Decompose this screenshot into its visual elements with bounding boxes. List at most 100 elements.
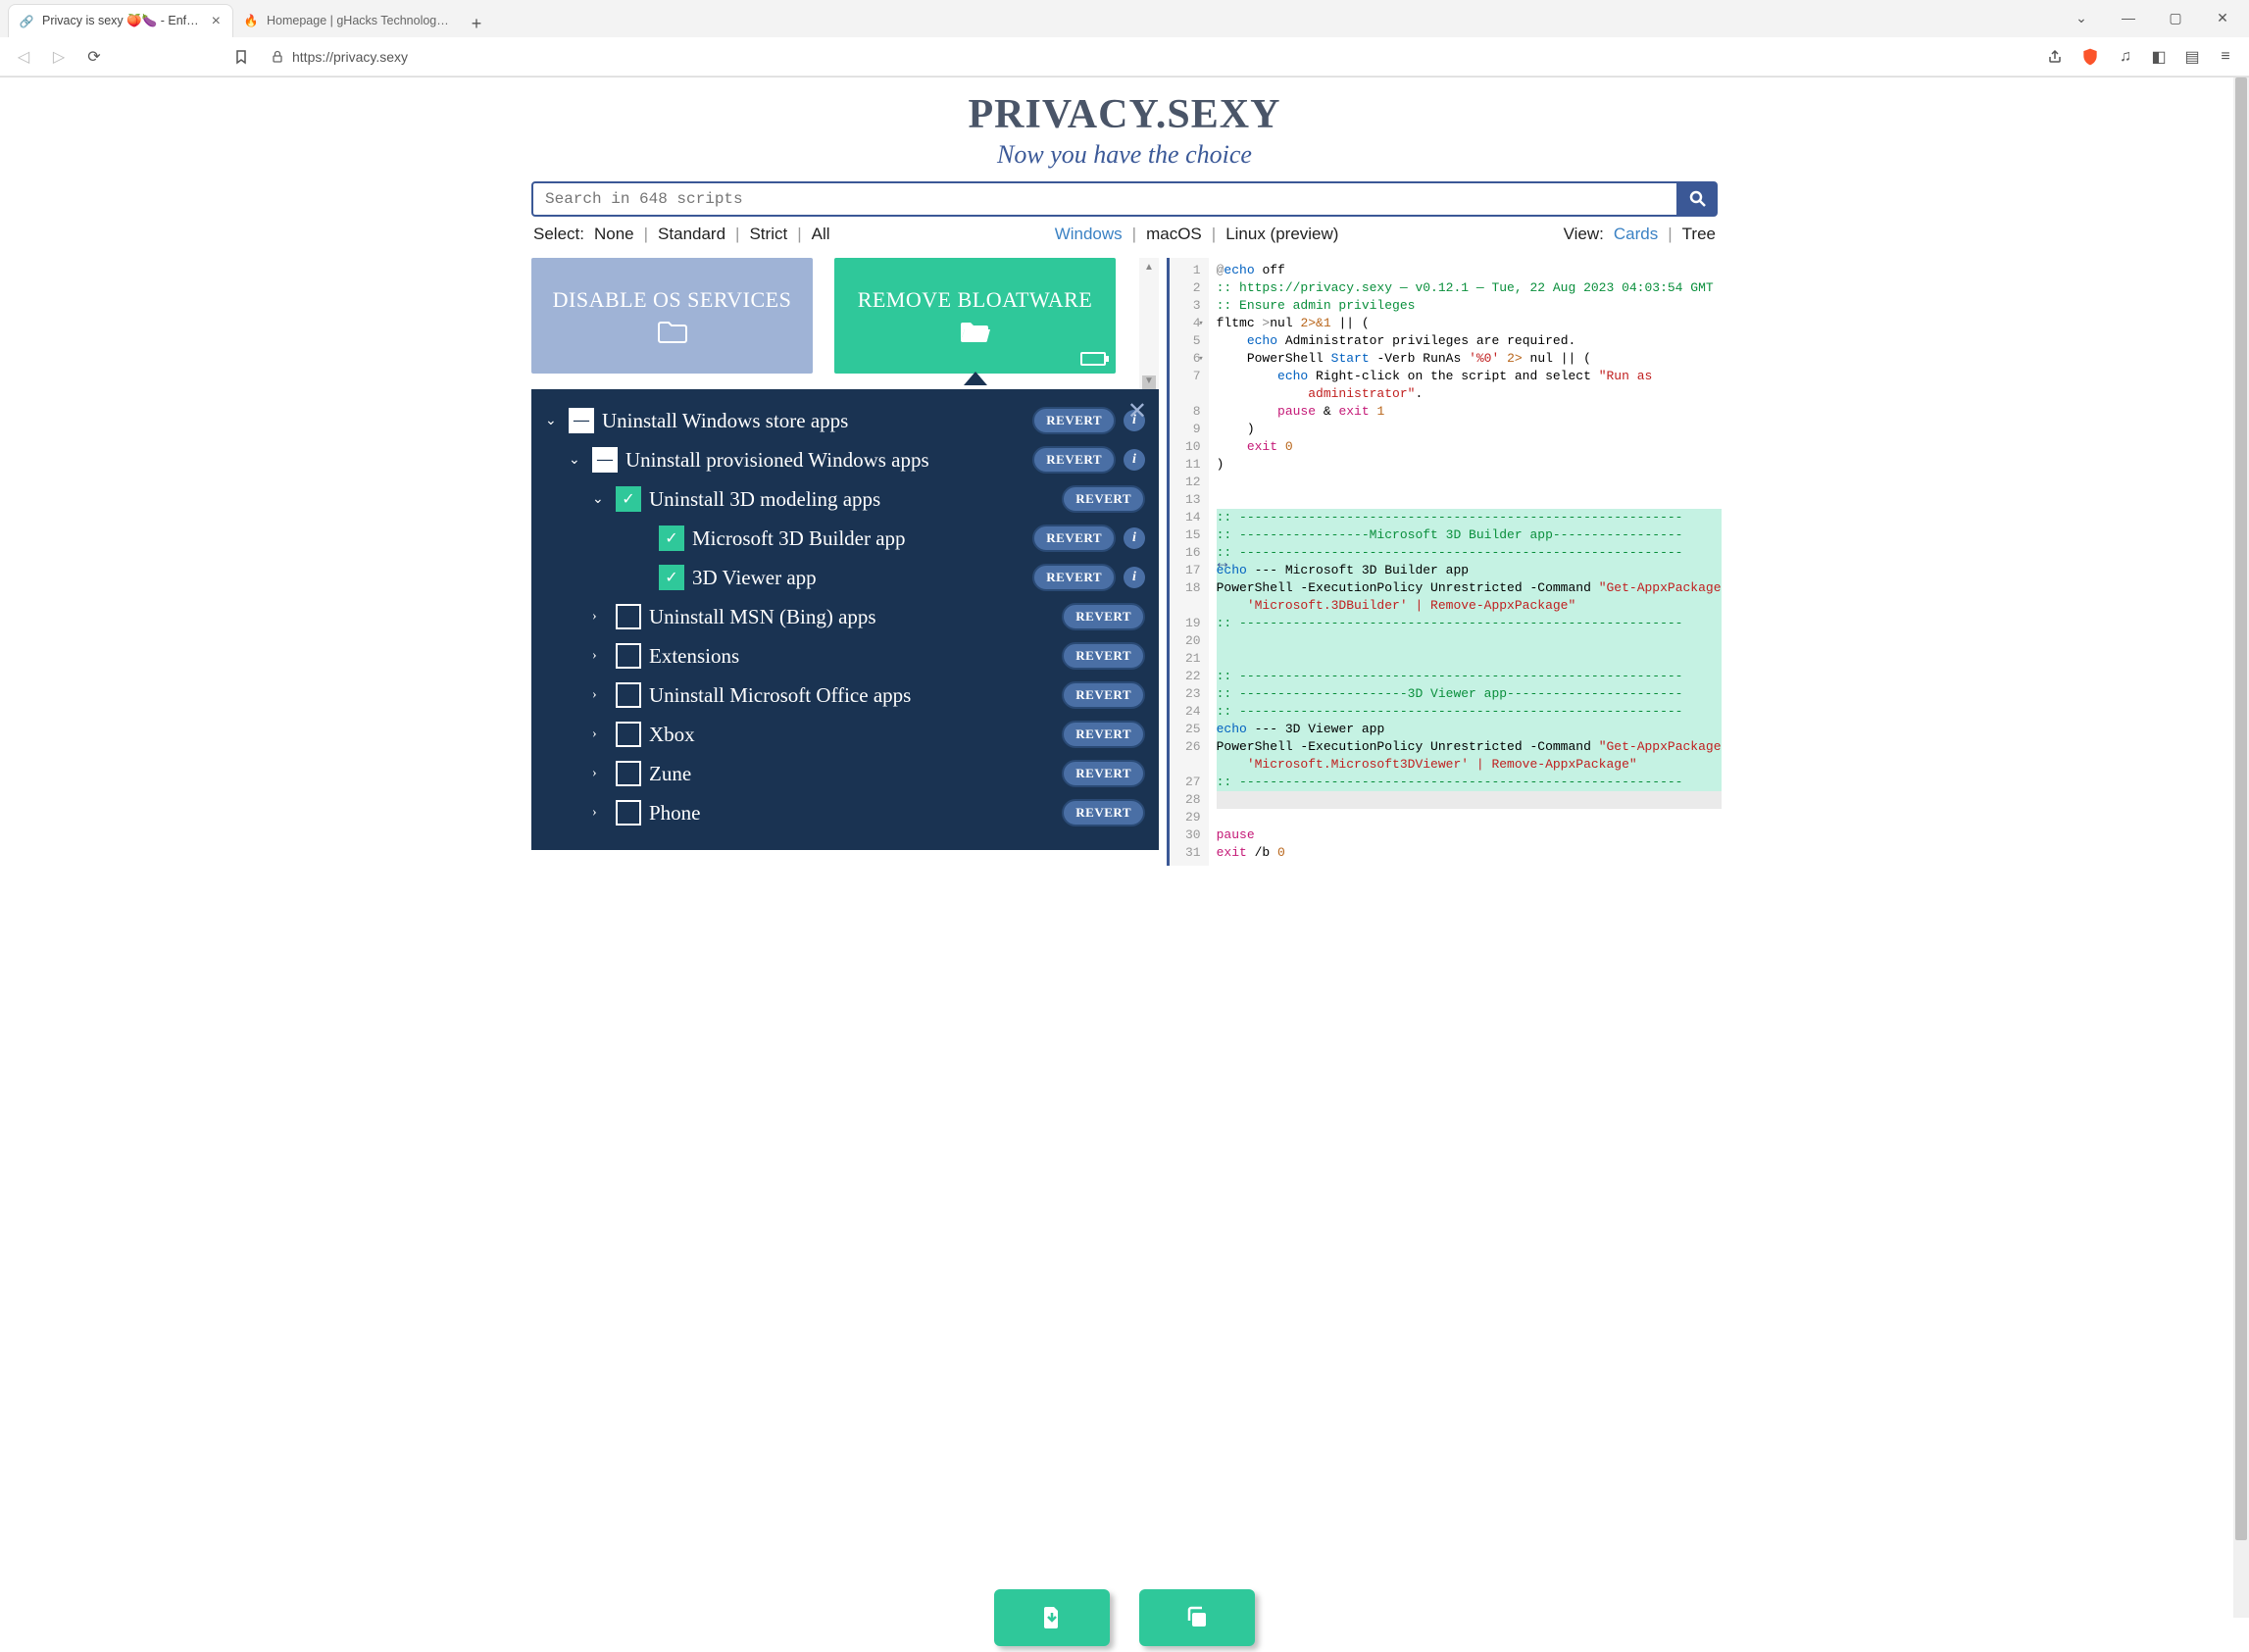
select-none[interactable]: None <box>594 225 634 244</box>
tab-title: Homepage | gHacks Technology News <box>267 14 449 27</box>
tree-close-icon[interactable]: ✕ <box>1127 397 1147 426</box>
card-disable-os-services[interactable]: DISABLE OS SERVICES <box>531 258 813 374</box>
sidebar-button[interactable]: ◧ <box>2143 41 2174 73</box>
tree-checkbox[interactable] <box>616 761 641 786</box>
info-icon[interactable]: i <box>1124 567 1145 588</box>
reader-button[interactable]: ▤ <box>2176 41 2208 73</box>
revert-button[interactable]: REVERT <box>1062 760 1145 787</box>
tree-label[interactable]: Xbox <box>649 723 1054 747</box>
tree-checkbox[interactable]: — <box>569 408 594 433</box>
tree-checkbox[interactable] <box>616 682 641 708</box>
info-icon[interactable]: i <box>1124 527 1145 549</box>
split-handle-icon[interactable]: ↔ <box>1214 552 1233 572</box>
page-scrollbar[interactable] <box>2233 77 2249 1618</box>
tab-favicon-icon: 🔗 <box>19 14 34 29</box>
tree-checkbox[interactable] <box>616 604 641 629</box>
revert-button[interactable]: REVERT <box>1032 446 1116 474</box>
select-strict[interactable]: Strict <box>749 225 787 244</box>
cards-scrollbar[interactable]: ▲ ▼ <box>1139 258 1159 389</box>
chevron-right-icon[interactable]: › <box>592 805 608 821</box>
back-button[interactable]: ◁ <box>8 41 39 73</box>
browser-tab-inactive[interactable]: 🔥 Homepage | gHacks Technology News <box>233 4 459 37</box>
tab-close-icon[interactable]: × <box>210 13 223 30</box>
chevron-down-icon[interactable]: ⌄ <box>569 452 584 469</box>
download-button[interactable] <box>994 1589 1110 1646</box>
tree-label[interactable]: 3D Viewer app <box>692 566 1025 590</box>
chevron-right-icon[interactable]: › <box>592 687 608 703</box>
os-macos[interactable]: macOS <box>1146 225 1202 244</box>
os-filter-group: Windows | macOS | Linux (preview) <box>1055 225 1339 244</box>
tree-label[interactable]: Uninstall provisioned Windows apps <box>625 448 1025 473</box>
tree-label[interactable]: Microsoft 3D Builder app <box>692 526 1025 551</box>
search-input[interactable] <box>531 181 1678 217</box>
tree-node: › Uninstall Microsoft Office apps REVERT <box>541 676 1149 715</box>
reload-button[interactable]: ⟳ <box>78 41 110 73</box>
scroll-up-icon[interactable]: ▲ <box>1139 258 1159 275</box>
select-standard[interactable]: Standard <box>658 225 725 244</box>
tree-panel: ✕ ⌄—Uninstall Windows store appsREVERTi⌄… <box>531 389 1159 850</box>
bookmark-button[interactable] <box>225 41 257 73</box>
tree-label[interactable]: Zune <box>649 762 1054 786</box>
forward-button[interactable]: ▷ <box>43 41 75 73</box>
left-pane: DISABLE OS SERVICES REMOVE BLOATWARE <box>531 258 1159 866</box>
revert-button[interactable]: REVERT <box>1062 642 1145 670</box>
tree-node: › Zune REVERT <box>541 754 1149 793</box>
chevron-right-icon[interactable]: › <box>592 648 608 664</box>
select-all[interactable]: All <box>812 225 830 244</box>
view-filter-group: View: Cards | Tree <box>1564 225 1716 244</box>
code-panel[interactable]: 1234567891011121314151617181920212223242… <box>1167 258 1729 866</box>
chevron-down-icon[interactable]: ⌄ <box>592 491 608 508</box>
brave-shield-icon[interactable] <box>2074 41 2106 73</box>
page-content: PRIVACY.SEXY Now you have the choice Sel… <box>531 77 1718 866</box>
scroll-down-icon[interactable]: ▼ <box>1139 372 1159 389</box>
revert-button[interactable]: REVERT <box>1062 799 1145 826</box>
tree-checkbox[interactable]: ✓ <box>659 526 684 551</box>
code-lines[interactable]: @echo off:: https://privacy.sexy — v0.12… <box>1209 258 1729 866</box>
url-bar[interactable]: https://privacy.sexy <box>261 41 2035 73</box>
tree-checkbox[interactable] <box>616 800 641 826</box>
url-text: https://privacy.sexy <box>292 49 408 65</box>
os-windows[interactable]: Windows <box>1055 225 1123 244</box>
tree-node: › Xbox REVERT <box>541 715 1149 754</box>
new-tab-button[interactable]: + <box>463 10 490 37</box>
tab-title: Privacy is sexy 🍑🍆 - Enforce pri <box>42 14 202 28</box>
info-icon[interactable]: i <box>1124 449 1145 471</box>
site-header: PRIVACY.SEXY Now you have the choice <box>531 91 1718 170</box>
card-remove-bloatware[interactable]: REMOVE BLOATWARE <box>834 258 1116 374</box>
tree-label[interactable]: Uninstall 3D modeling apps <box>649 487 1054 512</box>
tree-checkbox[interactable]: ✓ <box>659 565 684 590</box>
chevron-down-icon[interactable]: ⌄ <box>545 413 561 429</box>
os-linux[interactable]: Linux (preview) <box>1225 225 1338 244</box>
tree-checkbox[interactable]: ✓ <box>616 486 641 512</box>
tree-node: ⌄ — Uninstall provisioned Windows apps REVE… <box>541 440 1149 479</box>
chevron-right-icon[interactable]: › <box>592 609 608 625</box>
tree-label[interactable]: Extensions <box>649 644 1054 669</box>
view-cards[interactable]: Cards <box>1614 225 1658 244</box>
tree-checkbox[interactable]: — <box>592 447 618 473</box>
revert-button[interactable]: REVERT <box>1062 603 1145 630</box>
browser-chrome: ⌄ — ▢ ✕ 🔗 Privacy is sexy 🍑🍆 - Enforce p… <box>0 0 2249 77</box>
revert-button[interactable]: REVERT <box>1032 525 1116 552</box>
tree-checkbox[interactable] <box>616 722 641 747</box>
share-button[interactable] <box>2039 41 2071 73</box>
tree-label[interactable]: Uninstall Microsoft Office apps <box>649 683 1054 708</box>
revert-button[interactable]: REVERT <box>1032 564 1116 591</box>
tree-label[interactable]: Uninstall MSN (Bing) apps <box>649 605 1054 629</box>
copy-button[interactable] <box>1139 1589 1255 1646</box>
revert-button[interactable]: REVERT <box>1032 407 1116 434</box>
select-label: Select: <box>533 225 584 244</box>
media-button[interactable]: ♫ <box>2110 41 2141 73</box>
menu-button[interactable]: ≡ <box>2210 41 2241 73</box>
tree-label[interactable]: Uninstall Windows store apps <box>602 409 1025 433</box>
main-split: ↔ DISABLE OS SERVICES REMOVE BLOATWARE <box>531 258 1718 866</box>
chevron-right-icon[interactable]: › <box>592 726 608 742</box>
view-tree[interactable]: Tree <box>1682 225 1716 244</box>
revert-button[interactable]: REVERT <box>1062 485 1145 513</box>
search-button[interactable] <box>1678 181 1718 217</box>
revert-button[interactable]: REVERT <box>1062 681 1145 709</box>
chevron-right-icon[interactable]: › <box>592 766 608 781</box>
tree-label[interactable]: Phone <box>649 801 1054 826</box>
revert-button[interactable]: REVERT <box>1062 721 1145 748</box>
browser-tab-active[interactable]: 🔗 Privacy is sexy 🍑🍆 - Enforce pri × <box>8 4 233 37</box>
tree-checkbox[interactable] <box>616 643 641 669</box>
